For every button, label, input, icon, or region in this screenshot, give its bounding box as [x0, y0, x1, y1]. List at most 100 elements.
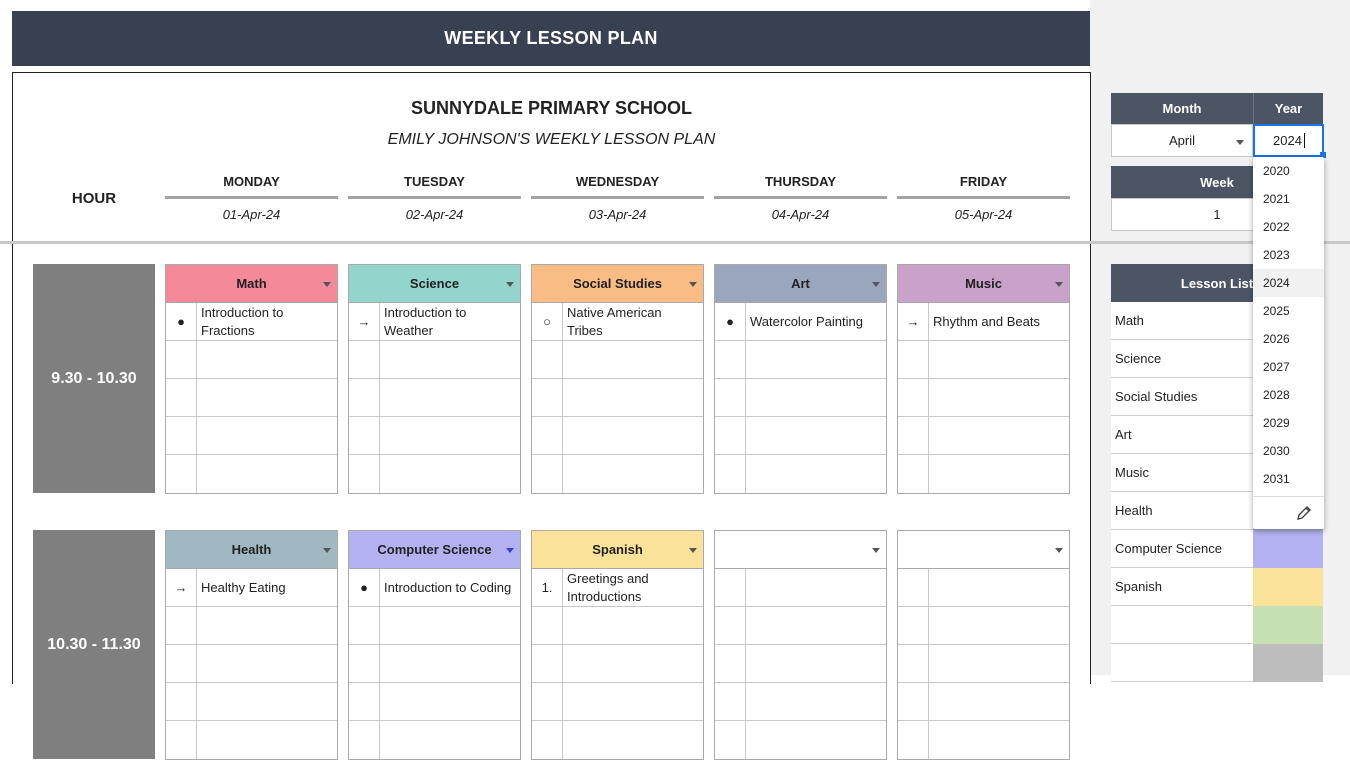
- bullet-cell[interactable]: [349, 341, 380, 378]
- lesson-row[interactable]: 1. Greetings and Introductions: [532, 569, 703, 607]
- year-option[interactable]: 2031: [1253, 465, 1324, 493]
- lesson-row[interactable]: [166, 721, 337, 759]
- subject-select[interactable]: Computer Science: [349, 531, 520, 569]
- bullet-cell[interactable]: [715, 607, 746, 644]
- subject-select[interactable]: Math: [166, 265, 337, 303]
- subject-select[interactable]: Social Studies: [532, 265, 703, 303]
- topic-cell[interactable]: [197, 379, 337, 416]
- bullet-cell[interactable]: [166, 645, 197, 682]
- topic-cell[interactable]: [929, 607, 1069, 644]
- bullet-cell[interactable]: [349, 417, 380, 454]
- bullet-cell[interactable]: →: [166, 569, 197, 606]
- lesson-row[interactable]: [715, 721, 886, 759]
- topic-cell[interactable]: [380, 341, 520, 378]
- lesson-row[interactable]: [715, 683, 886, 721]
- bullet-cell[interactable]: →: [349, 303, 380, 340]
- lesson-row[interactable]: [166, 683, 337, 721]
- topic-cell[interactable]: Rhythm and Beats: [929, 303, 1069, 340]
- topic-cell[interactable]: [746, 607, 886, 644]
- chevron-down-icon[interactable]: [689, 548, 697, 553]
- topic-cell[interactable]: [929, 683, 1069, 720]
- lesson-row[interactable]: [898, 379, 1069, 417]
- year-option[interactable]: 2022: [1253, 213, 1324, 241]
- topic-cell[interactable]: [380, 455, 520, 493]
- chevron-down-icon[interactable]: [323, 282, 331, 287]
- bullet-cell[interactable]: [715, 569, 746, 606]
- lesson-color-swatch[interactable]: [1253, 530, 1323, 568]
- lesson-row[interactable]: [349, 683, 520, 721]
- bullet-cell[interactable]: [898, 379, 929, 416]
- bullet-cell[interactable]: [166, 607, 197, 644]
- lesson-row[interactable]: [898, 569, 1069, 607]
- lesson-row[interactable]: [349, 607, 520, 645]
- topic-cell[interactable]: Greetings and Introductions: [563, 569, 703, 606]
- lesson-row[interactable]: [898, 455, 1069, 493]
- year-option[interactable]: 2020: [1253, 157, 1324, 185]
- year-option[interactable]: 2028: [1253, 381, 1324, 409]
- lesson-row[interactable]: [166, 379, 337, 417]
- lesson-row[interactable]: [532, 607, 703, 645]
- year-option[interactable]: 2024: [1253, 269, 1324, 297]
- topic-cell[interactable]: [197, 721, 337, 759]
- bullet-cell[interactable]: [349, 683, 380, 720]
- bullet-cell[interactable]: [898, 455, 929, 493]
- bullet-cell[interactable]: [898, 341, 929, 378]
- topic-cell[interactable]: [380, 379, 520, 416]
- topic-cell[interactable]: [563, 721, 703, 759]
- lesson-color-swatch[interactable]: [1253, 606, 1323, 644]
- topic-cell[interactable]: [563, 645, 703, 682]
- lesson-list-item[interactable]: Spanish: [1111, 568, 1253, 606]
- topic-cell[interactable]: Introduction to Coding: [380, 569, 520, 606]
- lesson-row[interactable]: [532, 379, 703, 417]
- bullet-cell[interactable]: [715, 455, 746, 493]
- topic-cell[interactable]: [929, 645, 1069, 682]
- lesson-row[interactable]: [898, 721, 1069, 759]
- lesson-row[interactable]: [166, 417, 337, 455]
- lesson-row[interactable]: [715, 417, 886, 455]
- bullet-cell[interactable]: [166, 455, 197, 493]
- lesson-row[interactable]: → Rhythm and Beats: [898, 303, 1069, 341]
- topic-cell[interactable]: [380, 645, 520, 682]
- bullet-cell[interactable]: ○: [532, 303, 563, 340]
- subject-select[interactable]: Spanish: [532, 531, 703, 569]
- chevron-down-icon[interactable]: [506, 548, 514, 553]
- pencil-icon[interactable]: [1296, 505, 1312, 521]
- lesson-row[interactable]: [532, 645, 703, 683]
- lesson-row[interactable]: [715, 607, 886, 645]
- chevron-down-icon[interactable]: [689, 282, 697, 287]
- topic-cell[interactable]: [746, 683, 886, 720]
- bullet-cell[interactable]: [898, 417, 929, 454]
- topic-cell[interactable]: [746, 379, 886, 416]
- lesson-row[interactable]: [898, 341, 1069, 379]
- lesson-row[interactable]: [898, 683, 1069, 721]
- bullet-cell[interactable]: [349, 455, 380, 493]
- bullet-cell[interactable]: [532, 379, 563, 416]
- chevron-down-icon[interactable]: [506, 282, 514, 287]
- bullet-cell[interactable]: [532, 645, 563, 682]
- year-option[interactable]: 2030: [1253, 437, 1324, 465]
- subject-select[interactable]: [715, 531, 886, 569]
- topic-cell[interactable]: Healthy Eating: [197, 569, 337, 606]
- bullet-cell[interactable]: [532, 455, 563, 493]
- topic-cell[interactable]: [746, 569, 886, 606]
- bullet-cell[interactable]: [349, 607, 380, 644]
- lesson-row[interactable]: [532, 341, 703, 379]
- lesson-row[interactable]: [532, 683, 703, 721]
- lesson-row[interactable]: [715, 341, 886, 379]
- lesson-list-item[interactable]: Math: [1111, 302, 1253, 340]
- topic-cell[interactable]: [563, 607, 703, 644]
- topic-cell[interactable]: Introduction to Weather: [380, 303, 520, 340]
- topic-cell[interactable]: Native American Tribes: [563, 303, 703, 340]
- bullet-cell[interactable]: [898, 721, 929, 759]
- topic-cell[interactable]: [746, 645, 886, 682]
- bullet-cell[interactable]: [715, 721, 746, 759]
- year-option[interactable]: 2023: [1253, 241, 1324, 269]
- topic-cell[interactable]: [197, 341, 337, 378]
- topic-cell[interactable]: [563, 683, 703, 720]
- bullet-cell[interactable]: [532, 721, 563, 759]
- lesson-color-swatch[interactable]: [1253, 644, 1323, 682]
- lesson-row[interactable]: [898, 645, 1069, 683]
- lesson-row[interactable]: [715, 379, 886, 417]
- bullet-cell[interactable]: 1.: [532, 569, 563, 606]
- topic-cell[interactable]: [929, 379, 1069, 416]
